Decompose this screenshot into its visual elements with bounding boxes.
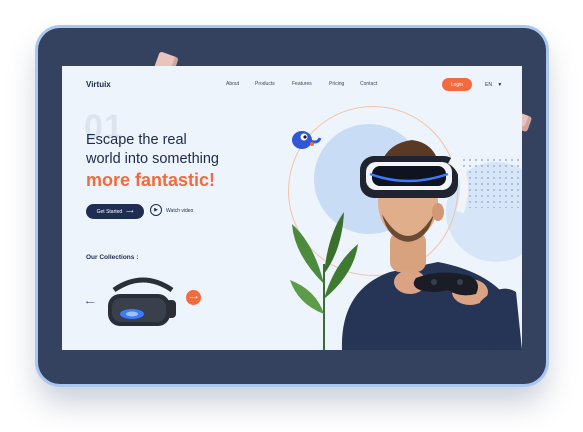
login-button[interactable]: Login (442, 78, 472, 91)
get-started-label: Get Started (96, 208, 123, 215)
hero-heading-accent: more fantastic! (86, 170, 216, 190)
get-started-button[interactable]: Get Started ⟶ (86, 204, 144, 219)
nav-link-about[interactable]: About (226, 81, 239, 87)
next-collection-button[interactable]: ⟶ (186, 290, 201, 305)
nav-link-products[interactable]: Products (255, 81, 275, 87)
nav-link-features[interactable]: Features (292, 81, 312, 87)
collections-title: Our Collections : (86, 254, 139, 261)
hero-heading-line-1: Escape the real (86, 132, 187, 148)
monster-mascot-image (292, 131, 322, 149)
nav-link-contact[interactable]: Contact (360, 81, 377, 87)
arrow-right-icon: ⟶ (126, 208, 134, 215)
language-label: EN (485, 82, 492, 88)
play-icon[interactable]: ▶ (150, 204, 162, 216)
brand-logo[interactable]: Virtuix (86, 80, 111, 89)
chevron-down-icon: ▼ (497, 82, 503, 88)
vr-headset-product-image[interactable] (102, 270, 184, 336)
vr-gamer-man-image (341, 140, 522, 350)
website-screen: Virtuix About Products Features Pricing … (62, 66, 522, 350)
watch-video-link[interactable]: Watch video (166, 208, 193, 214)
arrow-left-icon[interactable]: ⟵ (86, 299, 95, 306)
hero-heading-line-2: world into something (86, 151, 219, 167)
language-selector[interactable]: EN ▼ (485, 82, 502, 88)
nav-link-pricing[interactable]: Pricing (329, 81, 344, 87)
